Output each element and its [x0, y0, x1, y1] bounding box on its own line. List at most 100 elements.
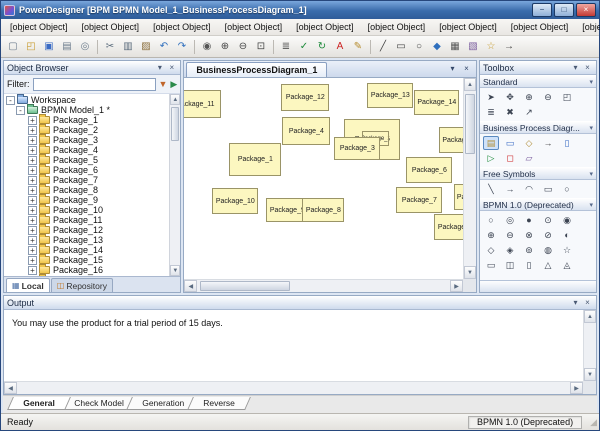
tree-item[interactable]: + Package_3 [4, 135, 169, 145]
section-standard[interactable]: ≣ [483, 105, 499, 119]
section-business-process[interactable]: ▱ [521, 151, 537, 165]
section-bpmn[interactable]: ☆ [559, 243, 575, 257]
print-icon[interactable]: ▤ [58, 38, 76, 56]
menu-item[interactable]: [object Object] [3, 20, 75, 34]
section-bpmn[interactable]: ◬ [559, 258, 575, 272]
paste-icon[interactable]: ▨ [137, 38, 155, 56]
tree-item[interactable]: + Package_4 [4, 145, 169, 155]
zoom-page-icon[interactable]: ⊡ [252, 38, 270, 56]
grid-icon[interactable]: ▦ [446, 38, 464, 56]
tree-item[interactable]: - BPMN Model_1 * [4, 105, 169, 115]
section-standard[interactable]: ✥ [502, 90, 518, 104]
local-tab[interactable]: ▦ Local [6, 278, 50, 292]
open-icon[interactable]: ◰ [22, 38, 40, 56]
expander-icon[interactable]: + [28, 236, 37, 245]
zoom-in-icon[interactable]: ⊕ [216, 38, 234, 56]
tree-item[interactable]: + Package_7 [4, 175, 169, 185]
scroll-thumb[interactable] [200, 281, 290, 291]
filter-apply-icon[interactable]: ▶ [170, 80, 177, 89]
section-bpmn[interactable]: ◎ [502, 213, 518, 227]
scroll-down-icon[interactable]: ▼ [584, 368, 596, 381]
scroll-thumb[interactable] [465, 94, 475, 154]
expander-icon[interactable]: + [28, 176, 37, 185]
save-icon[interactable]: ▣ [40, 38, 58, 56]
package-symbol[interactable]: Package_1 [229, 143, 281, 176]
scroll-down-icon[interactable]: ▼ [464, 266, 476, 279]
scroll-right-icon[interactable]: ▶ [450, 280, 463, 292]
scroll-left-icon[interactable]: ◀ [4, 382, 17, 394]
document-tab[interactable]: BusinessProcessDiagram_1 [186, 62, 327, 77]
package-symbol[interactable]: Package_12 [281, 84, 329, 111]
repository-tab[interactable]: ◫ Repository [51, 278, 113, 292]
section-standard[interactable]: ⊖ [540, 90, 556, 104]
tree-item[interactable]: + Package_14 [4, 245, 169, 255]
generate-icon[interactable]: ↻ [313, 38, 331, 56]
section-business-process[interactable]: ◇ [521, 136, 537, 150]
filter-input[interactable] [33, 78, 156, 91]
tree-item[interactable]: + Package_2 [4, 125, 169, 135]
section-bpmn[interactable]: ⊗ [521, 228, 537, 242]
package-symbol[interactable]: Package_14 [414, 90, 459, 115]
package-symbol[interactable]: Package_13 [367, 83, 413, 108]
scroll-left-icon[interactable]: ◀ [184, 280, 197, 292]
find-icon[interactable]: ◉ [198, 38, 216, 56]
favorites-icon[interactable]: ☆ [482, 38, 500, 56]
expander-icon[interactable]: + [28, 226, 37, 235]
section-bpmn[interactable]: ◈ [502, 243, 518, 257]
section-free-symbols[interactable]: ▭ [540, 182, 556, 196]
section-bpmn[interactable]: ▯ [521, 258, 537, 272]
symbol-icon[interactable]: ◆ [428, 38, 446, 56]
expander-icon[interactable]: - [6, 96, 15, 105]
tree-item[interactable]: + Package_13 [4, 235, 169, 245]
expander-icon[interactable]: + [28, 266, 37, 275]
package-symbol[interactable]: Package_10 [212, 188, 258, 214]
expander-icon[interactable]: + [28, 146, 37, 155]
section-standard[interactable]: ⊕ [521, 90, 537, 104]
package-symbol[interactable]: Package_3 [334, 137, 380, 160]
font-icon[interactable]: A [331, 38, 349, 56]
tree-item[interactable]: + Package_10 [4, 205, 169, 215]
expander-icon[interactable]: + [28, 196, 37, 205]
close-icon[interactable]: × [582, 297, 593, 308]
section-free-symbols[interactable]: ○ [559, 182, 575, 196]
reverse-tab[interactable]: Reverse [187, 397, 250, 410]
diagram-canvas[interactable]: Package_11 Package_12 Package_13 [184, 78, 463, 279]
tree-item[interactable]: + Package_8 [4, 185, 169, 195]
section-bpmn[interactable]: ⊙ [540, 213, 556, 227]
toolbox-section-header[interactable]: Free Symbols ▾ [480, 167, 596, 180]
section-business-process[interactable]: ▷ [483, 151, 499, 165]
properties-icon[interactable]: ≣ [277, 38, 295, 56]
pin-icon[interactable]: ▾ [570, 62, 581, 73]
menu-item[interactable]: [object Object] [146, 20, 218, 34]
expander-icon[interactable]: + [28, 246, 37, 255]
scroll-up-icon[interactable]: ▲ [584, 310, 596, 323]
link-icon[interactable]: → [500, 38, 518, 56]
ellipse-icon[interactable]: ○ [410, 38, 428, 56]
menu-item[interactable]: [object Object] [361, 20, 433, 34]
expander-icon[interactable]: + [28, 156, 37, 165]
menu-item[interactable]: [object Object] [289, 20, 361, 34]
section-free-symbols[interactable]: ◠ [521, 182, 537, 196]
expander-icon[interactable]: + [28, 136, 37, 145]
check-model-icon[interactable]: ✓ [295, 38, 313, 56]
copy-icon[interactable]: ▥ [119, 38, 137, 56]
section-business-process[interactable]: → [540, 136, 556, 150]
package-symbol[interactable]: Package_16 [454, 184, 463, 210]
menu-item[interactable]: [object Object] [432, 20, 504, 34]
filter-funnel-icon[interactable]: ▼ [159, 80, 168, 89]
section-bpmn[interactable]: ⊚ [521, 243, 537, 257]
general-tab[interactable]: General [7, 397, 70, 410]
section-bpmn[interactable]: ◫ [502, 258, 518, 272]
scroll-right-icon[interactable]: ▶ [570, 382, 583, 394]
expander-icon[interactable]: - [16, 106, 25, 115]
zoom-out-icon[interactable]: ⊖ [234, 38, 252, 56]
section-bpmn[interactable]: ○ [483, 213, 499, 227]
expander-icon[interactable]: + [28, 216, 37, 225]
package-symbol[interactable]: Package_11 [184, 90, 221, 118]
toolbox-section-header[interactable]: BPMN 1.0 (Deprecated) ▾ [480, 198, 596, 211]
tree-item[interactable]: + Package_15 [4, 255, 169, 265]
close-button[interactable]: × [576, 3, 596, 17]
section-business-process[interactable]: ▤ [483, 136, 499, 150]
section-bpmn[interactable]: ⊘ [540, 228, 556, 242]
tab-list-icon[interactable]: ▾ [446, 62, 459, 75]
